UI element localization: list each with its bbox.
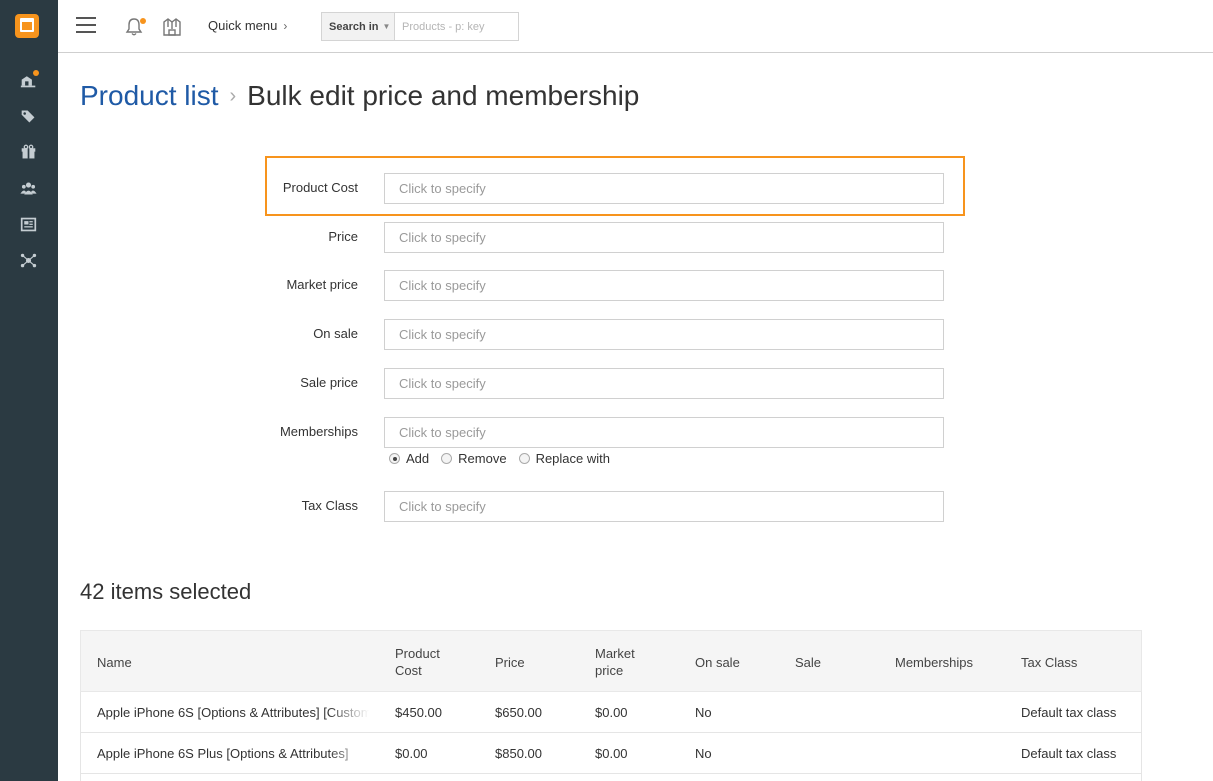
- col-header-name[interactable]: Name: [97, 631, 369, 693]
- radio-replace-circle[interactable]: [518, 453, 530, 464]
- memberships-label: Memberships: [279, 424, 358, 439]
- selected-products-table: Name Product Cost Price Market price On sa…: [80, 630, 1142, 781]
- sidebar: [0, 0, 58, 781]
- col-header-product-cost-line1: Product: [395, 646, 440, 661]
- row-memberships: [895, 733, 1005, 774]
- table-row[interactable]: Apple iPhone 6S [Options & Attributes] […: [80, 692, 1142, 733]
- radio-replace-label: Replace with: [535, 451, 610, 466]
- radio-remove[interactable]: Remove: [441, 451, 507, 466]
- table-header: Name Product Cost Price Market price On sa…: [80, 630, 1142, 692]
- table-row-partial: [80, 774, 1142, 781]
- col-header-tax-class[interactable]: Tax Class: [1021, 631, 1136, 693]
- bell-icon[interactable]: [124, 17, 146, 39]
- col-header-product-cost-line2: Cost: [395, 663, 422, 678]
- row-name[interactable]: Apple iPhone 6S [Options & Attributes] […: [97, 692, 369, 733]
- quick-menu-label: Quick menu: [208, 18, 278, 33]
- market-price-label: Market price: [286, 277, 358, 292]
- col-header-on-sale[interactable]: On sale: [695, 631, 785, 693]
- quick-menu-button[interactable]: Quick menu ›: [208, 18, 287, 33]
- page-title-current: Bulk edit price and membership: [247, 80, 640, 111]
- radio-add[interactable]: Add: [389, 451, 429, 466]
- form-row-market-price: Market price: [265, 270, 965, 301]
- row-tax-class: Default tax class: [1021, 746, 1117, 761]
- col-header-market-price[interactable]: Market price: [595, 631, 685, 693]
- product-cost-label: Product Cost: [282, 180, 358, 195]
- radio-replace[interactable]: Replace with: [518, 451, 610, 466]
- price-input[interactable]: [384, 222, 944, 253]
- radio-remove-label: Remove: [458, 451, 507, 466]
- sale-price-input[interactable]: [384, 368, 944, 399]
- row-name[interactable]: Apple iPhone 6S Plus [Options & Attribut…: [97, 733, 369, 774]
- row-on-sale: No: [695, 705, 712, 720]
- form-row-tax-class: Tax Class: [265, 491, 965, 522]
- form-row-sale-price: Sale price: [265, 368, 965, 399]
- membership-mode-radios: Add Remove Replace with: [389, 451, 610, 466]
- tax-class-label: Tax Class: [301, 498, 358, 513]
- row-sale: [795, 733, 885, 774]
- storefront-icon[interactable]: [162, 17, 184, 39]
- row-memberships: [895, 692, 1005, 733]
- gift-icon[interactable]: [18, 142, 38, 162]
- on-sale-label: On sale: [313, 326, 358, 341]
- network-icon[interactable]: [18, 250, 38, 270]
- breadcrumb-product-list[interactable]: Product list: [80, 80, 219, 111]
- form-row-memberships: Memberships: [265, 417, 965, 448]
- menu-toggle-icon[interactable]: [76, 17, 96, 35]
- sale-price-label: Sale price: [300, 375, 358, 390]
- chevron-right-icon: ›: [283, 19, 288, 33]
- users-icon[interactable]: [18, 178, 38, 198]
- items-selected-heading: 42 items selected: [80, 579, 252, 604]
- col-header-market-price-line2: price: [595, 663, 624, 678]
- price-label: Price: [328, 229, 358, 244]
- search-input[interactable]: [394, 12, 519, 41]
- row-product-cost: $0.00: [395, 746, 428, 761]
- on-sale-input[interactable]: [384, 319, 944, 350]
- col-header-sale[interactable]: Sale: [795, 631, 885, 693]
- row-sale: [795, 692, 885, 733]
- form-row-price: Price: [265, 222, 965, 253]
- newspaper-icon[interactable]: [18, 214, 38, 234]
- caret-down-icon: ▼: [382, 22, 391, 31]
- col-header-price[interactable]: Price: [495, 631, 585, 693]
- table-row[interactable]: Apple iPhone 6S Plus [Options & Attribut…: [80, 733, 1142, 774]
- tags-icon[interactable]: [18, 106, 38, 126]
- form-row-on-sale: On sale: [265, 319, 965, 350]
- search-in-dropdown[interactable]: Search in ▼: [321, 12, 394, 41]
- col-header-memberships[interactable]: Memberships: [895, 631, 1005, 693]
- col-header-product-cost[interactable]: Product Cost: [395, 631, 485, 693]
- row-tax-class: Default tax class: [1021, 705, 1117, 720]
- row-market-price: $0.00: [595, 746, 628, 761]
- row-price: $650.00: [495, 705, 542, 720]
- product-cost-input[interactable]: [384, 173, 944, 204]
- memberships-input[interactable]: [384, 417, 944, 448]
- radio-add-circle[interactable]: [389, 453, 400, 464]
- row-product-cost: $450.00: [395, 705, 442, 720]
- form-row-product-cost: Product Cost: [265, 173, 965, 204]
- market-price-input[interactable]: [384, 270, 944, 301]
- row-price: $850.00: [495, 746, 542, 761]
- logo-icon[interactable]: [15, 14, 39, 38]
- radio-add-label: Add: [406, 451, 430, 466]
- search-in-label: Search in: [329, 20, 379, 33]
- col-header-market-price-line1: Market: [595, 646, 635, 661]
- top-header: Quick menu › Search in ▼: [58, 0, 1213, 53]
- row-market-price: $0.00: [595, 705, 628, 720]
- breadcrumb-separator: ›: [229, 85, 237, 107]
- radio-remove-circle[interactable]: [441, 453, 453, 464]
- tax-class-input[interactable]: [384, 491, 944, 522]
- search-bar: Search in ▼: [321, 12, 519, 41]
- page-title: Product list › Bulk edit price and members…: [80, 80, 639, 112]
- store-icon[interactable]: [18, 70, 39, 90]
- row-on-sale: No: [695, 746, 712, 761]
